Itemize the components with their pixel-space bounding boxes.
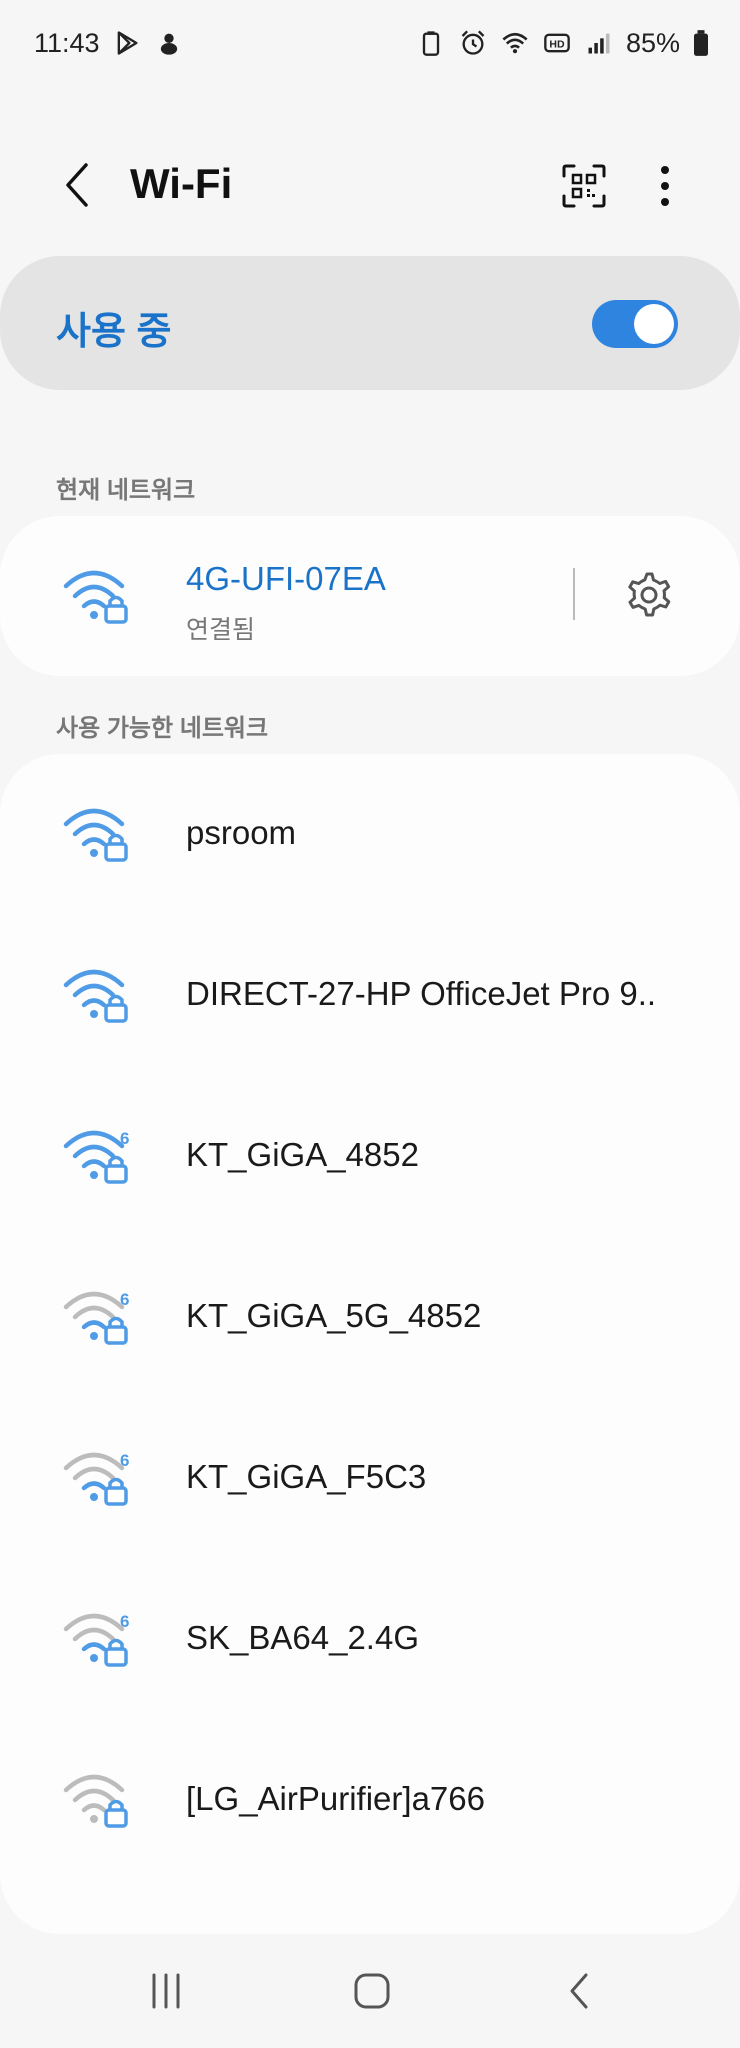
network-name: KT_GiGA_5G_4852 bbox=[186, 1297, 482, 1334]
wifi6-lock-icon: 6 bbox=[63, 1129, 129, 1184]
current-network-status: 연결됨 bbox=[186, 616, 256, 644]
wifi-lock-icon bbox=[63, 808, 128, 862]
wifi-lock-icon bbox=[63, 969, 128, 1023]
app-header: Wi-Fi bbox=[0, 140, 740, 230]
network-name: SK_BA64_2.4G bbox=[186, 1619, 419, 1656]
network-name: KT_GiGA_4852 bbox=[186, 1136, 419, 1173]
network-list-item[interactable]: 6 KT_GiGA_F5C3 bbox=[0, 1398, 740, 1559]
wifi-lock-icon bbox=[63, 1774, 128, 1828]
home-button[interactable] bbox=[332, 1956, 412, 2026]
network-name: psroom bbox=[186, 814, 297, 851]
back-chevron-icon bbox=[570, 1973, 588, 2009]
home-icon bbox=[354, 1973, 390, 2009]
notification-app-icon bbox=[154, 28, 184, 58]
wifi-toggle[interactable] bbox=[592, 300, 678, 348]
network-list-item[interactable]: 6 KT_GiGA_4852 bbox=[0, 1076, 740, 1237]
svg-text:6: 6 bbox=[120, 1612, 129, 1631]
back-arrow-icon bbox=[66, 163, 88, 207]
qr-code-icon bbox=[562, 164, 606, 208]
svg-text:6: 6 bbox=[120, 1129, 129, 1148]
page-title: Wi-Fi bbox=[130, 160, 233, 207]
network-settings-button[interactable] bbox=[614, 560, 684, 630]
current-network-name: 4G-UFI-07EA bbox=[186, 560, 386, 597]
svg-text:6: 6 bbox=[120, 1290, 129, 1309]
status-time: 11:43 bbox=[34, 27, 100, 58]
play-store-icon bbox=[112, 28, 142, 58]
more-vertical-icon bbox=[661, 166, 669, 206]
network-name: DIRECT-27-HP OfficeJet Pro 9.. bbox=[186, 975, 657, 1012]
signal-icon bbox=[584, 28, 614, 58]
section-header-available: 사용 가능한 네트워크 bbox=[56, 715, 269, 742]
more-options-button[interactable] bbox=[640, 158, 690, 214]
nav-back-button[interactable] bbox=[540, 1956, 620, 2026]
qr-code-button[interactable] bbox=[556, 158, 612, 214]
network-name: KT_GiGA_F5C3 bbox=[186, 1458, 427, 1495]
wifi-status-icon bbox=[500, 28, 530, 58]
status-bar: 11:43 HD 85% bbox=[0, 0, 740, 86]
wifi6-lock-icon: 6 bbox=[63, 1451, 129, 1506]
recent-apps-button[interactable] bbox=[126, 1956, 206, 2026]
network-list-item[interactable]: [LG_AirPurifier]a766 bbox=[0, 1720, 740, 1881]
battery-icon bbox=[692, 28, 710, 58]
master-switch-label: 사용 중 bbox=[56, 311, 172, 353]
wifi6-lock-icon: 6 bbox=[63, 1290, 129, 1345]
gear-icon bbox=[628, 572, 671, 617]
network-list-item[interactable]: DIRECT-27-HP OfficeJet Pro 9.. bbox=[0, 915, 740, 1076]
battery-percent: 85% bbox=[625, 27, 680, 58]
divider bbox=[573, 568, 575, 620]
recent-apps-icon bbox=[152, 1973, 180, 2009]
network-name: [LG_AirPurifier]a766 bbox=[186, 1780, 485, 1817]
network-list-item[interactable]: 6 KT_GiGA_5G_4852 bbox=[0, 1237, 740, 1398]
wifi-lock-icon bbox=[63, 570, 128, 624]
toggle-knob bbox=[634, 304, 674, 344]
battery-saver-icon bbox=[416, 28, 446, 58]
network-list-item[interactable]: 6 SK_BA64_2.4G bbox=[0, 1559, 740, 1720]
navigation-bar bbox=[0, 1934, 740, 2048]
current-network-card[interactable]: 4G-UFI-07EA 연결됨 bbox=[0, 516, 740, 676]
status-right: HD 85% bbox=[416, 28, 710, 59]
svg-text:HD: HD bbox=[549, 39, 565, 51]
available-networks-list: psroom DIRECT-27-HP OfficeJet Pro 9.. 6 KT_… bbox=[0, 754, 740, 1934]
status-left: 11:43 bbox=[34, 28, 184, 59]
alarm-icon bbox=[458, 28, 488, 58]
back-button[interactable] bbox=[50, 158, 104, 212]
section-header-current: 현재 네트워크 bbox=[56, 477, 196, 504]
hd-voice-icon: HD bbox=[542, 28, 572, 58]
network-list-item[interactable]: psroom bbox=[0, 754, 740, 915]
svg-text:6: 6 bbox=[120, 1451, 129, 1470]
wifi6-lock-icon: 6 bbox=[63, 1612, 129, 1667]
wifi-master-switch[interactable]: 사용 중 bbox=[0, 256, 740, 390]
